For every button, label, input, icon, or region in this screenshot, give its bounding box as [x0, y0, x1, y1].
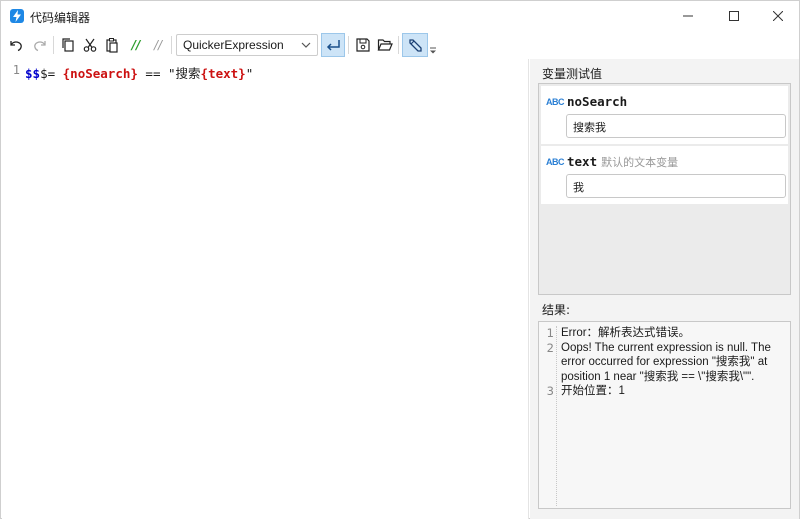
code-editor[interactable]: 1 $$$= {noSearch} == "搜索{text}" [2, 59, 529, 519]
uncomment-button[interactable]: // [147, 33, 169, 57]
app-logo-icon [10, 9, 24, 23]
result-line-number: 3 [546, 384, 554, 398]
toolbar-divider [348, 36, 349, 54]
variables-list: ABC noSearch 搜索我 ABC text 默认的文本变量 我 [538, 83, 791, 295]
redo-button[interactable] [29, 33, 51, 57]
toolbar-divider [53, 36, 54, 54]
word-wrap-toggle[interactable] [321, 33, 345, 57]
open-file-button[interactable] [374, 33, 396, 57]
code-token: " [245, 66, 254, 81]
redo-icon [34, 41, 46, 52]
minimize-icon [683, 15, 693, 17]
save-button[interactable] [352, 33, 374, 57]
variable-name: text 默认的文本变量 [567, 154, 678, 170]
paste-icon [106, 38, 118, 53]
variable-value-input[interactable]: 搜索我 [566, 114, 786, 138]
expression-mode-value: QuickerExpression [183, 38, 284, 52]
result-panel-label: 结果: [542, 303, 571, 317]
variable-value-input[interactable]: 我 [566, 174, 786, 198]
chevron-down-icon [301, 42, 311, 48]
paste-button[interactable] [101, 33, 123, 57]
code-token: {noSearch} [62, 66, 138, 81]
result-line: Oops! The current expression is null. Th… [561, 341, 771, 383]
line-number: 1 [12, 63, 20, 77]
undo-icon [10, 41, 22, 52]
result-output[interactable]: 1 Error：解析表达式错误。 2 Oops! The current exp… [538, 321, 791, 509]
variable-name-text: noSearch [567, 94, 628, 109]
expression-mode-select[interactable]: QuickerExpression [176, 34, 318, 56]
variable-name-text: text [567, 154, 598, 169]
close-icon [773, 11, 783, 21]
variable-item-text: ABC text 默认的文本变量 我 [541, 146, 788, 204]
wrap-return-icon [326, 40, 340, 51]
result-line-number: 2 [546, 340, 554, 355]
copy-button[interactable] [57, 33, 79, 57]
window-title: 代码编辑器 [30, 11, 91, 25]
toolbar: // // QuickerExpression [1, 31, 799, 59]
result-line-number: 1 [546, 326, 554, 340]
code-token: $= [40, 66, 63, 81]
copy-icon [62, 38, 74, 52]
side-panel: 变量测试值 ABC noSearch 搜索我 ABC text 默认的文本变量 我… [530, 59, 799, 519]
comment-button[interactable]: // [125, 33, 147, 57]
code-editor-window: 代码编辑器 // // QuickerExpression 1 $$$= {no… [0, 0, 800, 519]
code-token: {text} [200, 66, 246, 81]
maximize-button[interactable] [711, 1, 757, 31]
toolbar-overflow-icon[interactable] [429, 47, 437, 57]
maximize-icon [729, 11, 739, 21]
variable-item-nosearch: ABC noSearch 搜索我 [541, 86, 788, 144]
result-line: Error：解析表达式错误。 [561, 327, 691, 339]
code-token: == "搜索 [137, 66, 201, 81]
minimize-button[interactable] [665, 1, 711, 31]
undo-button[interactable] [5, 33, 27, 57]
title-bar[interactable]: 代码编辑器 [1, 1, 799, 31]
text-type-icon: ABC [546, 97, 565, 107]
variable-name: noSearch [567, 94, 627, 109]
result-line: 开始位置：1 [561, 385, 625, 397]
code-line[interactable]: $$$= {noSearch} == "搜索{text}" [25, 63, 253, 82]
folder-open-icon [377, 39, 393, 51]
pencil-pick-icon [409, 39, 422, 52]
text-type-icon: ABC [546, 157, 565, 167]
variables-panel-label: 变量测试值 [542, 67, 603, 81]
close-button[interactable] [755, 1, 800, 31]
toolbar-divider [398, 36, 399, 54]
code-token: $$ [25, 66, 41, 81]
toolbar-divider [171, 36, 172, 54]
pick-tool-button[interactable] [402, 33, 428, 57]
variable-description: 默认的文本变量 [601, 156, 679, 169]
scissors-icon [83, 38, 97, 52]
save-icon [356, 38, 370, 52]
cut-button[interactable] [79, 33, 101, 57]
